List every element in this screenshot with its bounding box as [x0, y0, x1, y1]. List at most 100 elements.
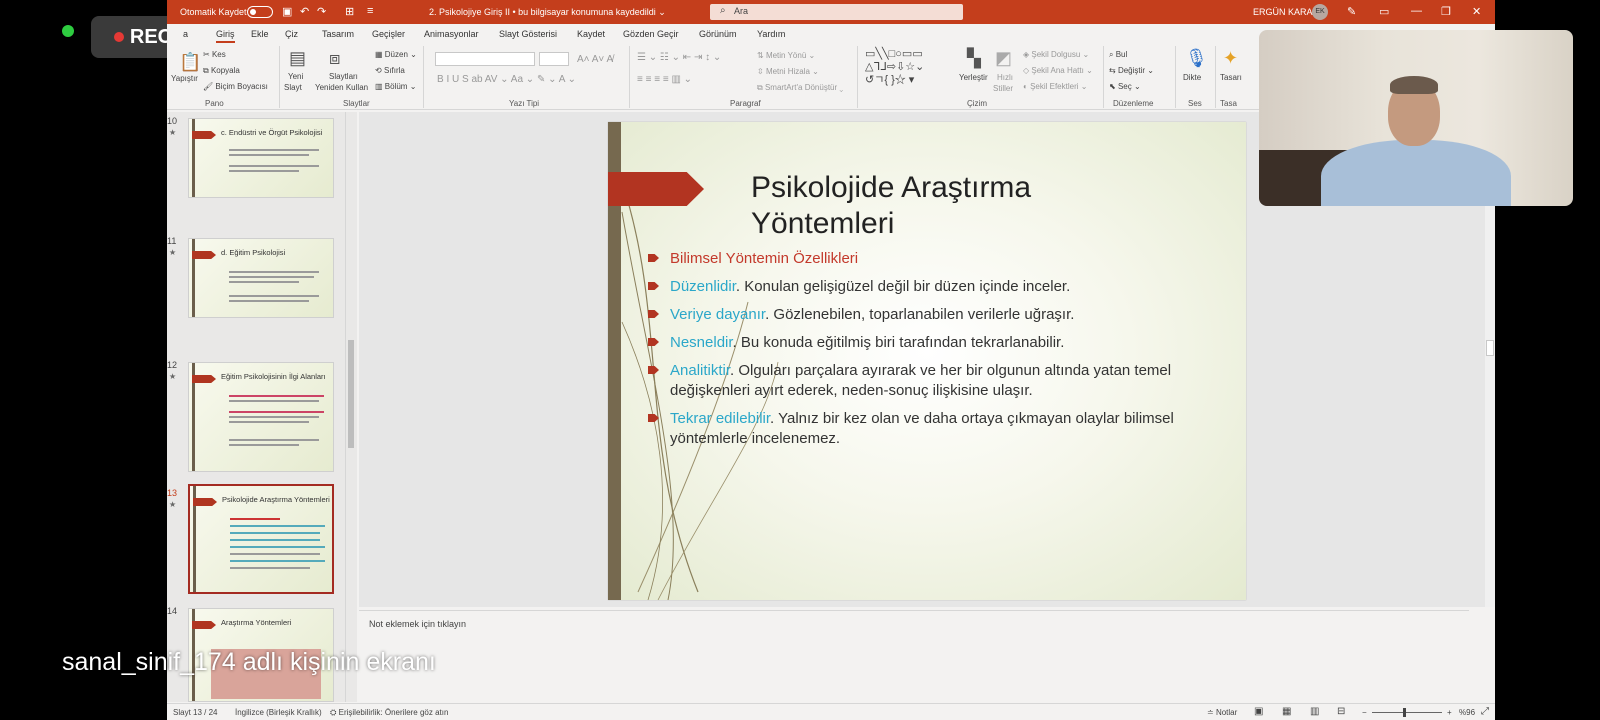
tab-draw[interactable]: Çiz: [285, 29, 298, 39]
arrange-icon[interactable]: ▚: [967, 48, 981, 69]
slide-thumbnail-13[interactable]: Psikolojide Araştırma Yöntemleri: [188, 484, 334, 594]
font-format-icons[interactable]: B I U S ab AV ⌄ Aa ⌄ ✎ ⌄ A ⌄: [437, 74, 576, 85]
minimize-icon[interactable]: —: [1411, 5, 1422, 17]
view-slideshow-icon[interactable]: ⊟: [1337, 706, 1345, 717]
tab-design[interactable]: Tasarım: [322, 29, 354, 39]
new-slide-label[interactable]: Yeni: [288, 72, 303, 81]
paste-button[interactable]: Yapıştır: [171, 74, 198, 83]
shapes-gallery[interactable]: ▭╲╲□○▭▭ △ᒣᒧ⇨⇩☆⌄ ↺ㄱ{ }☆ ▾: [865, 48, 924, 87]
customize-toolbar-icon[interactable]: ≡: [367, 5, 373, 17]
notes-toggle[interactable]: ≐ Notlar: [1207, 708, 1237, 717]
smartart-button[interactable]: ⧉ SmartArt'a Dönüştür ⌄: [757, 83, 843, 93]
quick-styles-icon[interactable]: ◩: [995, 48, 1012, 69]
shape-effects-button[interactable]: ◐ Şekil Efektleri ⌄: [1023, 82, 1087, 91]
new-slide-icon[interactable]: ▤: [289, 48, 306, 69]
search-input[interactable]: ⌕ Ara: [710, 4, 963, 20]
maximize-icon[interactable]: ❐: [1441, 5, 1451, 18]
designer-button[interactable]: Tasarı: [1220, 73, 1242, 82]
tab-insert[interactable]: Ekle: [251, 29, 269, 39]
format-painter-button[interactable]: 🖌 Biçim Boyacısı: [203, 82, 268, 91]
shape-fill-button[interactable]: ◈ Şekil Dolgusu ⌄: [1023, 50, 1089, 59]
reuse-slides-label[interactable]: Slaytları: [329, 72, 358, 81]
user-name[interactable]: ERGÜN KARA: [1253, 7, 1313, 17]
tab-transitions[interactable]: Geçişler: [372, 29, 405, 39]
document-title[interactable]: 2. Psikolojiye Giriş II • bu bilgisayar …: [429, 7, 666, 18]
arrange-button[interactable]: Yerleştir: [959, 73, 988, 82]
tab-slideshow[interactable]: Slayt Gösterisi: [499, 29, 557, 39]
section-button[interactable]: ▥ Bölüm ⌄: [375, 82, 416, 91]
view-reading-icon[interactable]: ▥: [1310, 706, 1319, 717]
reset-button[interactable]: ⟲ Sıfırla: [375, 66, 405, 75]
zoom-slider[interactable]: [1372, 712, 1442, 713]
tab-record[interactable]: Kaydet: [577, 29, 605, 39]
group-paragraph-label: Paragraf: [730, 99, 761, 108]
slide-thumbnail-10[interactable]: c. Endüstri ve Örgüt Psikolojisi: [188, 118, 334, 198]
notes-pane[interactable]: Not eklemek için tıklayın: [359, 610, 1469, 690]
align-icons[interactable]: ≡ ≡ ≡ ≡ ▥ ⌄: [637, 74, 692, 85]
find-button[interactable]: ⌕ Bul: [1109, 50, 1127, 60]
close-icon[interactable]: ✕: [1472, 5, 1481, 18]
slide-thumbnail-11[interactable]: d. Eğitim Psikolojisi: [188, 238, 334, 318]
present-icon[interactable]: ⊞: [345, 5, 354, 18]
redo-icon[interactable]: ↷: [317, 5, 326, 18]
avatar[interactable]: EK: [1312, 4, 1328, 20]
view-sorter-icon[interactable]: ▦: [1282, 706, 1291, 717]
scrollbar-thumb[interactable]: [348, 340, 354, 448]
slide-thumbnail-12[interactable]: Eğitim Psikolojisinin İlgi Alanları: [188, 362, 334, 472]
save-icon[interactable]: ▣: [282, 5, 292, 18]
slide-heading[interactable]: Bilimsel Yöntemin Özellikleri: [648, 249, 1215, 269]
thumbnail-scrollbar[interactable]: [345, 112, 355, 702]
microphone-icon[interactable]: 🎙: [1185, 48, 1208, 69]
pen-icon[interactable]: ✎: [1347, 5, 1356, 18]
quick-styles-label-2[interactable]: Stiller: [993, 84, 1013, 93]
reuse-slides-icon[interactable]: ⧈: [329, 48, 340, 69]
webcam-video[interactable]: [1259, 30, 1573, 206]
search-placeholder: Ara: [734, 6, 749, 16]
accessibility-status[interactable]: ⛭ Erişilebilirlik: Önerilere göz atın: [330, 708, 448, 718]
quick-styles-label[interactable]: Hızlı: [997, 73, 1013, 82]
designer-icon[interactable]: ✦: [1223, 48, 1238, 69]
bullet-2[interactable]: Veriye dayanır. Gözlenebilen, toparlanab…: [648, 305, 1215, 325]
list-icons[interactable]: ☰ ⌄ ☷ ⌄ ⇤ ⇥ ↕ ⌄: [637, 52, 721, 63]
font-size-select[interactable]: [539, 52, 569, 66]
notes-placeholder: Not eklemek için tıklayın: [369, 619, 467, 629]
fit-to-window-icon[interactable]: ⤢: [1481, 706, 1489, 717]
select-button[interactable]: ⬉ Seç ⌄: [1109, 82, 1141, 91]
scrollbar-thumb[interactable]: [1486, 340, 1494, 356]
group-font-label: Yazı Tipi: [509, 99, 540, 108]
tab-animations[interactable]: Animasyonlar: [424, 29, 479, 39]
bullet-5[interactable]: Tekrar edilebilir. Yalnız bir kez olan v…: [648, 409, 1215, 449]
new-slide-label-2[interactable]: Slayt: [284, 83, 302, 92]
bullet-3[interactable]: Nesneldir. Bu konuda eğitilmiş biri tara…: [648, 333, 1215, 353]
autosave-toggle[interactable]: [247, 6, 273, 18]
bullet-4[interactable]: Analitiktir. Olguları parçalara ayırarak…: [648, 361, 1215, 401]
bullet-1[interactable]: Düzenlidir. Konulan gelişigüzel değil bi…: [648, 277, 1215, 297]
tab-home[interactable]: Giriş: [216, 29, 235, 43]
ribbon-display-icon[interactable]: ▭: [1379, 5, 1389, 18]
zoom-slider-knob[interactable]: [1403, 708, 1406, 717]
cut-button[interactable]: ✂ Kes: [203, 50, 226, 59]
zoom-level[interactable]: %96: [1459, 708, 1475, 717]
text-direction-button[interactable]: ⇅ Metin Yönü ⌄: [757, 51, 815, 60]
current-slide[interactable]: Psikolojide Araştırma Yöntemleri Bilimse…: [608, 122, 1246, 600]
zoom-in-icon[interactable]: +: [1447, 708, 1452, 717]
zoom-out-icon[interactable]: −: [1362, 708, 1367, 717]
copy-button[interactable]: ⧉ Kopyala: [203, 66, 240, 76]
language-indicator[interactable]: İngilizce (Birleşik Krallık): [235, 708, 322, 717]
align-text-button[interactable]: ⇳ Metni Hizala ⌄: [757, 67, 819, 76]
paste-icon[interactable]: 📋: [179, 52, 201, 73]
font-family-select[interactable]: [435, 52, 535, 66]
view-normal-icon[interactable]: ▣: [1254, 706, 1263, 717]
shape-outline-button[interactable]: ◇ Şekil Ana Hattı ⌄: [1023, 66, 1093, 75]
tab-view[interactable]: Görünüm: [699, 29, 737, 39]
font-grow-shrink-icon[interactable]: A˄ A˅ A̸: [577, 54, 613, 65]
undo-icon[interactable]: ↶: [300, 5, 309, 18]
replace-button[interactable]: ⇆ Değiştir ⌄: [1109, 66, 1154, 75]
reuse-slides-label-2[interactable]: Yeniden Kullan: [315, 83, 368, 92]
tab-help[interactable]: Yardım: [757, 29, 785, 39]
tab-review[interactable]: Gözden Geçir: [623, 29, 679, 39]
slide-title[interactable]: Psikolojide Araştırma Yöntemleri: [751, 170, 1151, 242]
tab-file[interactable]: a: [183, 29, 188, 39]
layout-button[interactable]: ▦ Düzen ⌄: [375, 50, 417, 59]
dictate-button[interactable]: Dikte: [1183, 73, 1201, 82]
